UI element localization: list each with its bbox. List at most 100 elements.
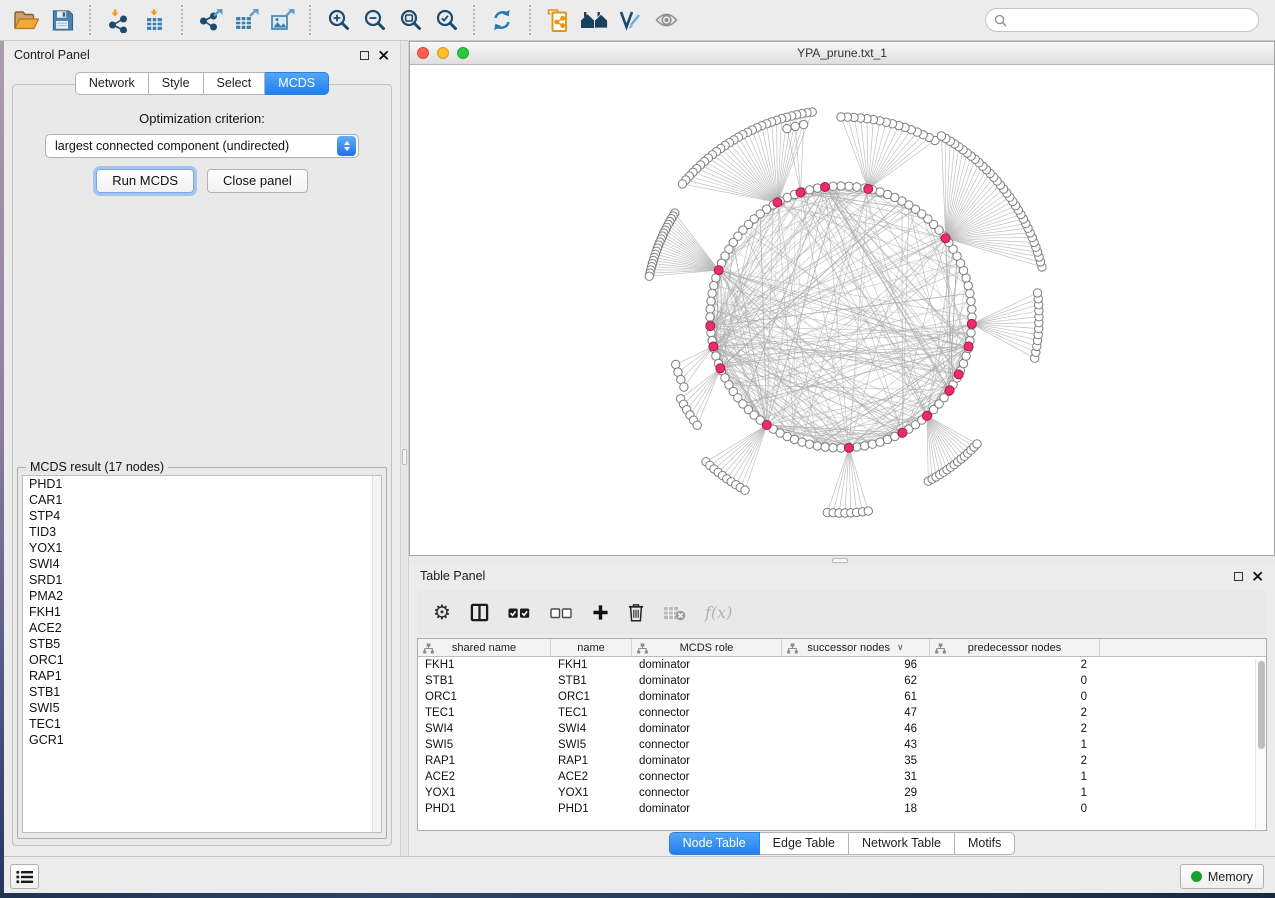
tab-node-table[interactable]: Node Table bbox=[669, 832, 760, 855]
network-window-titlebar[interactable]: YPA_prune.txt_1 bbox=[410, 42, 1274, 65]
sort-indicator-icon[interactable]: ∨ bbox=[897, 642, 904, 653]
table-cell: 2 bbox=[930, 721, 1100, 737]
optimization-criterion-select[interactable]: largest connected component (undirected) bbox=[45, 134, 359, 158]
tab-select[interactable]: Select bbox=[204, 72, 266, 95]
table-row[interactable]: SWI5SWI5connector431 bbox=[418, 737, 1266, 753]
mcds-result-item[interactable]: ORC1 bbox=[23, 652, 381, 668]
column-header-shared-name[interactable]: shared name bbox=[418, 639, 551, 656]
list-icon bbox=[16, 870, 33, 884]
horizontal-splitter[interactable] bbox=[409, 556, 1275, 564]
optimization-criterion-label: Optimization criterion: bbox=[13, 111, 391, 126]
zoom-out-icon[interactable] bbox=[356, 4, 392, 36]
export-table-icon[interactable] bbox=[228, 4, 264, 36]
table-scrollbar-thumb[interactable] bbox=[1258, 661, 1265, 749]
search-box[interactable] bbox=[985, 8, 1259, 32]
delete-columns-icon[interactable] bbox=[628, 603, 644, 622]
close-panel-button[interactable]: Close panel bbox=[207, 169, 308, 193]
tab-motifs[interactable]: Motifs bbox=[955, 832, 1015, 855]
table-cell: 31 bbox=[782, 769, 930, 785]
table-row[interactable]: FKH1FKH1dominator962 bbox=[418, 657, 1266, 673]
mcds-result-item[interactable]: SWI5 bbox=[23, 700, 381, 716]
table-cell: 61 bbox=[782, 689, 930, 705]
table-row[interactable]: ORC1ORC1dominator610 bbox=[418, 689, 1266, 705]
mcds-result-item[interactable]: RAP1 bbox=[23, 668, 381, 684]
save-session-icon[interactable] bbox=[44, 4, 80, 36]
mcds-result-item[interactable]: YOX1 bbox=[23, 540, 381, 556]
mcds-result-item[interactable]: SRD1 bbox=[23, 572, 381, 588]
tab-network-table[interactable]: Network Table bbox=[849, 832, 955, 855]
mcds-result-item[interactable]: PMA2 bbox=[23, 588, 381, 604]
run-mcds-button[interactable]: Run MCDS bbox=[96, 169, 194, 193]
mcds-result-item[interactable]: STP4 bbox=[23, 508, 381, 524]
show-hide-details-icon[interactable] bbox=[648, 4, 684, 36]
table-row[interactable]: ACE2ACE2connector311 bbox=[418, 769, 1266, 785]
close-panel-icon[interactable]: ⨯ bbox=[377, 51, 390, 60]
mcds-result-item[interactable]: CAR1 bbox=[23, 492, 381, 508]
tab-edge-table[interactable]: Edge Table bbox=[760, 832, 849, 855]
table-cell: YOX1 bbox=[551, 785, 632, 801]
table-row[interactable]: STB1STB1dominator620 bbox=[418, 673, 1266, 689]
table-cell: 1 bbox=[930, 769, 1100, 785]
export-network-icon[interactable] bbox=[192, 4, 228, 36]
control-panel-title: Control Panel bbox=[14, 48, 90, 62]
select-all-columns-icon[interactable] bbox=[508, 607, 531, 619]
float-panel-icon[interactable] bbox=[1234, 572, 1243, 581]
table-row[interactable]: YOX1YOX1connector291 bbox=[418, 785, 1266, 801]
mcds-result-item[interactable]: FKH1 bbox=[23, 604, 381, 620]
table-cell: 62 bbox=[782, 673, 930, 689]
first-neighbors-icon[interactable] bbox=[576, 4, 612, 36]
tab-mcds[interactable]: MCDS bbox=[265, 72, 329, 95]
table-cell: SWI5 bbox=[418, 737, 551, 753]
mcds-result-item[interactable]: TID3 bbox=[23, 524, 381, 540]
float-panel-icon[interactable] bbox=[360, 51, 369, 60]
unselect-all-columns-icon[interactable] bbox=[550, 607, 573, 619]
mcds-result-item[interactable]: PHD1 bbox=[23, 476, 381, 492]
table-scrollbar[interactable] bbox=[1255, 659, 1265, 829]
column-chooser-icon[interactable] bbox=[470, 603, 489, 622]
paint-style-icon[interactable] bbox=[612, 4, 648, 36]
table-row[interactable]: RAP1RAP1dominator352 bbox=[418, 753, 1266, 769]
table-settings-icon[interactable]: ⚙ bbox=[433, 603, 451, 623]
table-row[interactable]: SWI4SWI4dominator462 bbox=[418, 721, 1266, 737]
attribute-icon bbox=[787, 643, 798, 657]
column-header-successor-nodes[interactable]: successor nodes∨ bbox=[782, 639, 930, 656]
memory-button[interactable]: Memory bbox=[1180, 864, 1264, 889]
mcds-result-item[interactable]: ACE2 bbox=[23, 620, 381, 636]
network-graph[interactable] bbox=[410, 65, 1274, 555]
new-network-from-selection-icon[interactable] bbox=[540, 4, 576, 36]
open-file-icon[interactable] bbox=[8, 4, 44, 36]
mcds-result-list[interactable]: PHD1CAR1STP4TID3YOX1SWI4SRD1PMA2FKH1ACE2… bbox=[22, 475, 382, 833]
network-view-canvas[interactable] bbox=[410, 65, 1274, 555]
splitter-grip[interactable] bbox=[832, 558, 848, 563]
import-table-icon[interactable] bbox=[136, 4, 172, 36]
export-image-icon[interactable] bbox=[264, 4, 300, 36]
zoom-in-icon[interactable] bbox=[320, 4, 356, 36]
search-icon bbox=[994, 14, 1007, 27]
show-panels-list-button[interactable] bbox=[10, 864, 39, 889]
table-panel: Table Panel ⨯ ⚙ bbox=[409, 564, 1275, 856]
column-header-name[interactable]: name bbox=[551, 639, 632, 656]
tab-network[interactable]: Network bbox=[75, 72, 149, 95]
close-panel-icon[interactable]: ⨯ bbox=[1251, 572, 1264, 581]
zoom-selected-icon[interactable] bbox=[428, 4, 464, 36]
mcds-result-item[interactable]: GCR1 bbox=[23, 732, 381, 748]
import-network-icon[interactable] bbox=[100, 4, 136, 36]
mcds-result-title: MCDS result (17 nodes) bbox=[26, 460, 168, 474]
column-header-predecessor-nodes[interactable]: predecessor nodes bbox=[930, 639, 1100, 656]
refresh-network-icon[interactable] bbox=[484, 4, 520, 36]
selected-criterion: largest connected component (undirected) bbox=[46, 139, 337, 153]
table-row[interactable]: TEC1TEC1connector472 bbox=[418, 705, 1266, 721]
vertical-splitter[interactable] bbox=[400, 41, 409, 856]
column-header-mcds-role[interactable]: MCDS role bbox=[632, 639, 782, 656]
tab-style[interactable]: Style bbox=[149, 72, 204, 95]
add-column-icon[interactable] bbox=[592, 604, 609, 621]
search-input[interactable] bbox=[1012, 13, 1250, 27]
mcds-result-item[interactable]: TEC1 bbox=[23, 716, 381, 732]
zoom-fit-icon[interactable] bbox=[392, 4, 428, 36]
mcds-result-item[interactable]: STB1 bbox=[23, 684, 381, 700]
mcds-list-scrollbar[interactable] bbox=[372, 476, 381, 832]
mcds-result-item[interactable]: STB5 bbox=[23, 636, 381, 652]
mcds-result-item[interactable]: SWI4 bbox=[23, 556, 381, 572]
splitter-grip[interactable] bbox=[402, 449, 407, 465]
table-row[interactable]: PHD1PHD1dominator180 bbox=[418, 801, 1266, 817]
